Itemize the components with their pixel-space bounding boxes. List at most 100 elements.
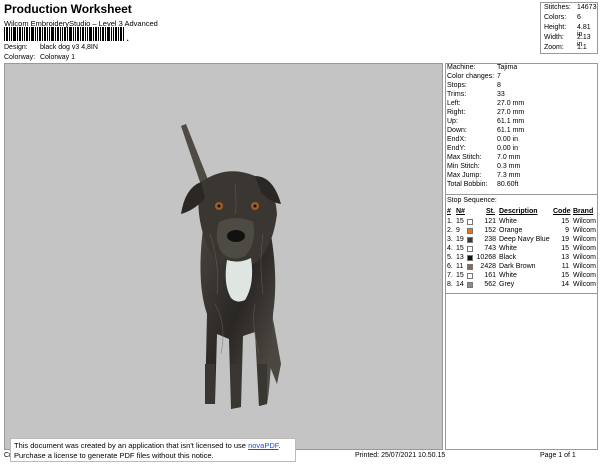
- notice-line-1: This document was created by an applicat…: [14, 441, 281, 450]
- colorway-value: Colorway 1: [39, 54, 75, 61]
- row-brand: Wilcom: [573, 236, 596, 243]
- colorway-key: Colorway:: [4, 54, 36, 61]
- color-swatch: [467, 246, 473, 252]
- machine-row: Trims: 33: [447, 91, 505, 98]
- row-code: 11: [561, 263, 569, 270]
- machine-row: Right: 27.0 mm: [447, 109, 525, 116]
- novapdf-link[interactable]: novaPDF: [248, 441, 278, 450]
- pdf-license-notice: This document was created by an applicat…: [10, 438, 296, 462]
- row-stitches: 121: [484, 218, 496, 225]
- stat-row: Width: 2.13 in: [544, 34, 591, 48]
- row-stitches: 562: [484, 281, 496, 288]
- color-swatch: [467, 219, 473, 225]
- machine-row: EndX: 0.00 in: [447, 136, 519, 143]
- machine-row: Color changes: 7: [447, 73, 501, 80]
- row-stitches: 10268: [476, 254, 496, 261]
- row-index: 6.: [447, 263, 453, 270]
- row-brand: Wilcom: [573, 272, 596, 279]
- row-needle: 13: [456, 254, 464, 261]
- machine-info-panel: Machine: Tajima Color changes: 7 Stops: 8 T…: [445, 63, 598, 450]
- row-brand: Wilcom: [573, 245, 596, 252]
- row-code: 13: [561, 254, 569, 261]
- col-header-index: #: [447, 208, 451, 215]
- row-brand: Wilcom: [573, 281, 596, 288]
- row-description: Black: [499, 254, 517, 261]
- color-swatch: [467, 255, 473, 261]
- row-stitches: 238: [484, 236, 496, 243]
- dog-embroidery-image: [181, 124, 281, 409]
- divider: [446, 194, 597, 195]
- row-needle: 9: [456, 227, 460, 234]
- row-description: Dark Brown: [499, 263, 536, 270]
- row-index: 7.: [447, 272, 453, 279]
- stat-row: Colors: 6: [544, 14, 581, 21]
- color-swatch: [467, 273, 473, 279]
- stat-row: Height: 4.81 in: [544, 24, 591, 38]
- row-index: 3.: [447, 236, 453, 243]
- row-brand: Wilcom: [573, 263, 596, 270]
- design-row: Design: black dog v3 4,8IN: [4, 44, 98, 51]
- row-stitches: 2428: [480, 263, 496, 270]
- machine-row: Total Bobbin: 80.60ft: [447, 181, 519, 188]
- row-code: 14: [561, 281, 569, 288]
- stop-sequence-title: Stop Sequence:: [447, 197, 497, 204]
- design-key: Design:: [4, 44, 28, 51]
- row-stitches: 161: [484, 272, 496, 279]
- row-description: Grey: [499, 281, 515, 288]
- color-swatch: [467, 237, 473, 243]
- row-code: 9: [565, 227, 569, 234]
- row-index: 5.: [447, 254, 453, 261]
- row-code: 15: [561, 245, 569, 252]
- notice-line-2: Purchase a license to generate PDF files…: [14, 451, 214, 460]
- stat-row: Zoom: 1:1: [544, 44, 587, 51]
- row-description: Deep Navy Blue: [499, 236, 550, 243]
- row-stitches: 152: [484, 227, 496, 234]
- color-swatch: [467, 282, 473, 288]
- stat-row: Stitches: 14673: [544, 4, 597, 11]
- row-needle: 15: [456, 272, 464, 279]
- row-needle: 15: [456, 218, 464, 225]
- col-header-code: Code: [553, 208, 571, 215]
- row-description: White: [499, 245, 517, 252]
- page-number: Page 1 of 1: [540, 452, 576, 459]
- machine-row: Up: 61.1 mm: [447, 118, 525, 125]
- printed-date: Printed: 25/07/2021 10.50.15: [355, 452, 446, 459]
- row-index: 4.: [447, 245, 453, 252]
- col-header-brand: Brand: [573, 208, 594, 215]
- row-index: 8.: [447, 281, 453, 288]
- color-swatch: [467, 228, 473, 234]
- page-title: Production Worksheet: [4, 2, 132, 16]
- stop-sequence-row: 8. 14 562 Grey 14 Wilcom: [446, 281, 597, 291]
- machine-row: Stops: 8: [447, 82, 501, 89]
- row-code: 15: [561, 272, 569, 279]
- row-brand: Wilcom: [573, 227, 596, 234]
- machine-row: Down: 61.1 mm: [447, 127, 525, 134]
- row-code: 19: [561, 236, 569, 243]
- row-needle: 11: [456, 263, 464, 270]
- row-index: 2.: [447, 227, 453, 234]
- row-description: Orange: [499, 227, 523, 234]
- row-needle: 19: [456, 236, 464, 243]
- barcode: ,: [4, 27, 129, 41]
- barcode-suffix: ,: [126, 30, 129, 41]
- design-preview: [4, 63, 443, 450]
- row-needle: 15: [456, 245, 464, 252]
- design-value: black dog v3 4,8IN: [39, 44, 98, 51]
- colorway-row: Colorway: Colorway 1: [4, 54, 75, 61]
- col-header-stitches: St.: [486, 208, 495, 215]
- color-swatch: [467, 264, 473, 270]
- row-needle: 14: [456, 281, 464, 288]
- machine-row: EndY: 0.00 in: [447, 145, 519, 152]
- row-stitches: 743: [484, 245, 496, 252]
- machine-row: Min Stitch: 0.3 mm: [447, 163, 521, 170]
- row-description: White: [499, 272, 517, 279]
- row-description: White: [499, 218, 517, 225]
- col-header-needle: N#: [456, 208, 465, 215]
- machine-row: Max Stitch: 7.0 mm: [447, 154, 521, 161]
- col-header-description: Description: [499, 208, 538, 215]
- row-index: 1.: [447, 218, 453, 225]
- row-brand: Wilcom: [573, 218, 596, 225]
- machine-row: Left: 27.0 mm: [447, 100, 525, 107]
- divider: [446, 293, 597, 294]
- machine-row: Max Jump: 7.3 mm: [447, 172, 521, 179]
